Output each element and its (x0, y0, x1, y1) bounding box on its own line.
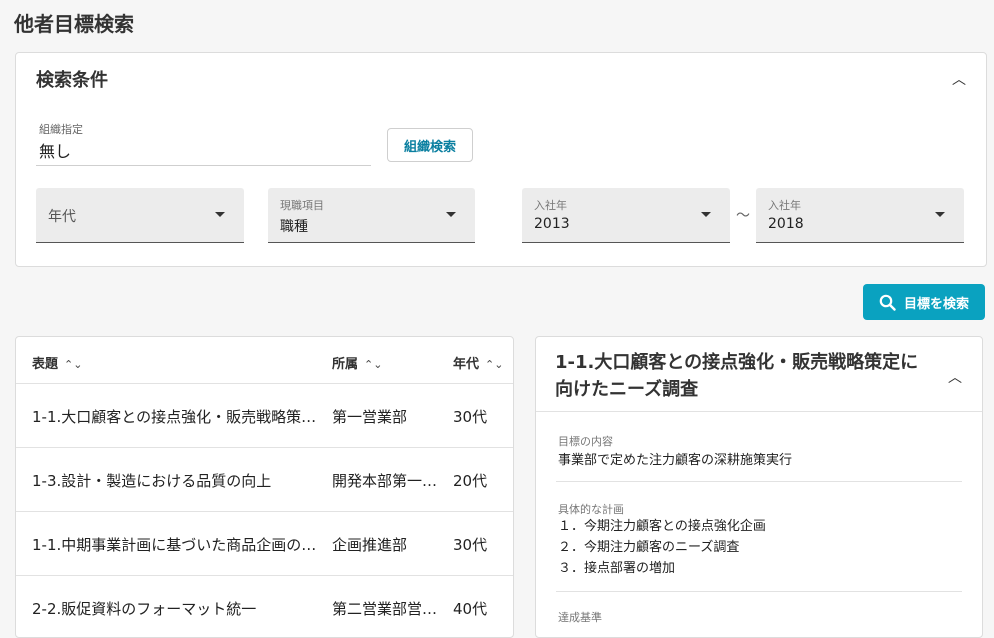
table-row[interactable]: 1-1.中期事業計画に基づいた商品企画の立案 企画推進部 30代 (16, 511, 513, 576)
plan-line: １．今期注力顧客との接点強化企画 (558, 519, 766, 534)
join-year-from-value: 2013 (534, 216, 570, 232)
collapse-detail-button[interactable]: ︿ (948, 367, 962, 387)
search-icon (879, 294, 896, 311)
divider (556, 591, 962, 592)
column-header-age[interactable]: 年代 ⌃⌄ (453, 353, 503, 372)
row-dept: 第二営業部営業課 (332, 600, 442, 618)
current-job-value: 職種 (280, 219, 308, 235)
goal-content-text: 事業部で定めた注力顧客の深耕施策実行 (558, 453, 793, 468)
row-age: 30代 (453, 408, 488, 426)
row-age: 40代 (453, 600, 488, 618)
column-title-label: 表題 (32, 357, 59, 372)
row-title: 1-1.中期事業計画に基づいた商品企画の立案 (32, 536, 322, 554)
join-year-from-label: 入社年 (534, 199, 567, 212)
org-search-button[interactable]: 組織検索 (387, 128, 473, 162)
sort-icon: ⌃⌄ (364, 358, 383, 371)
sort-icon: ⌃⌄ (485, 358, 504, 371)
search-goals-button[interactable]: 目標を検索 (863, 284, 985, 320)
divider (536, 411, 982, 412)
join-year-from-select[interactable]: 入社年 2013 (522, 188, 730, 243)
age-select[interactable]: 年代 (36, 188, 244, 243)
row-title: 2-2.販促資料のフォーマット統一 (32, 600, 257, 618)
row-title: 1-1.大口顧客との接点強化・販売戦略策定に向けたニーズ調査 (32, 408, 322, 426)
search-criteria-panel: 検索条件 ︿ 組織指定 無し 組織検索 年代 現職項目 職種 入社年 2013 … (15, 52, 987, 267)
plan-label: 具体的な計画 (558, 503, 624, 516)
page-title: 他者目標検索 (14, 12, 134, 36)
row-dept: 開発本部第一開発部 (332, 472, 442, 490)
dropdown-arrow-icon (935, 212, 945, 217)
current-job-select[interactable]: 現職項目 職種 (268, 188, 475, 243)
join-year-to-label: 入社年 (768, 199, 801, 212)
criteria-achievement-label: 達成基準 (558, 611, 602, 624)
goal-content-label: 目標の内容 (558, 435, 613, 448)
sort-icon: ⌃⌄ (64, 358, 83, 371)
age-select-placeholder: 年代 (48, 209, 76, 225)
plan-line: ２．今期注力顧客のニーズ調査 (558, 540, 740, 555)
detail-title: 1-1.大口顧客との接点強化・販売戦略策定に向けたニーズ調査 (555, 352, 919, 400)
year-range-separator: ～ (736, 208, 750, 224)
join-year-to-select[interactable]: 入社年 2018 (756, 188, 964, 243)
column-age-label: 年代 (453, 357, 480, 372)
row-age: 20代 (453, 472, 488, 490)
row-dept: 企画推進部 (332, 536, 408, 554)
column-header-title[interactable]: 表題 ⌃⌄ (32, 353, 82, 372)
dropdown-arrow-icon (446, 212, 456, 217)
column-header-dept[interactable]: 所属 ⌃⌄ (332, 353, 382, 372)
results-table: 表題 ⌃⌄ 所属 ⌃⌄ 年代 ⌃⌄ 1-1.大口顧客との接点強化・販売戦略策定に向けた… (15, 336, 514, 638)
join-year-to-value: 2018 (768, 216, 804, 232)
table-row[interactable]: 2-2.販促資料のフォーマット統一 第二営業部営業課 40代 (16, 575, 513, 637)
plan-line: ３．接点部署の増加 (558, 561, 676, 576)
search-goals-label: 目標を検索 (903, 296, 969, 312)
current-job-label: 現職項目 (280, 199, 324, 212)
dropdown-arrow-icon (215, 212, 225, 217)
row-title: 1-3.設計・製造における品質の向上 (32, 472, 272, 490)
org-field-label: 組織指定 (39, 123, 83, 136)
row-age: 30代 (453, 536, 488, 554)
chevron-up-icon: ︿ (952, 72, 966, 88)
table-row[interactable]: 1-1.大口顧客との接点強化・販売戦略策定に向けたニーズ調査 第一営業部 30代 (16, 383, 513, 448)
divider (556, 481, 962, 482)
dropdown-arrow-icon (701, 212, 711, 217)
org-field[interactable]: 組織指定 無し (36, 121, 371, 166)
criteria-title: 検索条件 (36, 70, 108, 91)
table-row[interactable]: 1-3.設計・製造における品質の向上 開発本部第一開発部 20代 (16, 447, 513, 512)
org-field-value: 無し (39, 142, 72, 161)
row-dept: 第一営業部 (332, 408, 408, 426)
chevron-up-icon: ︿ (948, 370, 962, 386)
goal-detail-panel: 1-1.大口顧客との接点強化・販売戦略策定に向けたニーズ調査 ︿ 目標の内容 事… (535, 336, 983, 638)
collapse-criteria-button[interactable]: ︿ (952, 69, 966, 89)
column-dept-label: 所属 (332, 357, 359, 372)
